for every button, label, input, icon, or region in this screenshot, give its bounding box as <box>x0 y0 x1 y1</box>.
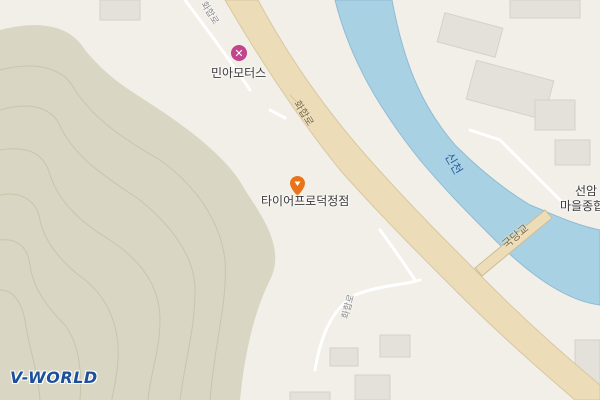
vworld-logo: V-WORLD <box>10 368 98 387</box>
poi-icon-wrench[interactable]: ✕ <box>231 45 247 61</box>
poi-label-tire-shop[interactable]: 타이어프로덕정점 <box>261 192 349 209</box>
logo-text: V-WORLD <box>10 368 98 387</box>
poi-label-mina-motors[interactable]: 민아모터스 <box>211 64 266 81</box>
mountain-terrain <box>0 25 276 400</box>
map-view[interactable]: ✕ 민아모터스 타이어프로덕정점 화합로 화합로 화합로 국당교 신천 선암 마… <box>0 0 600 400</box>
place-label-line2: 마을종합 <box>560 199 600 213</box>
wrench-icon: ✕ <box>234 46 244 60</box>
